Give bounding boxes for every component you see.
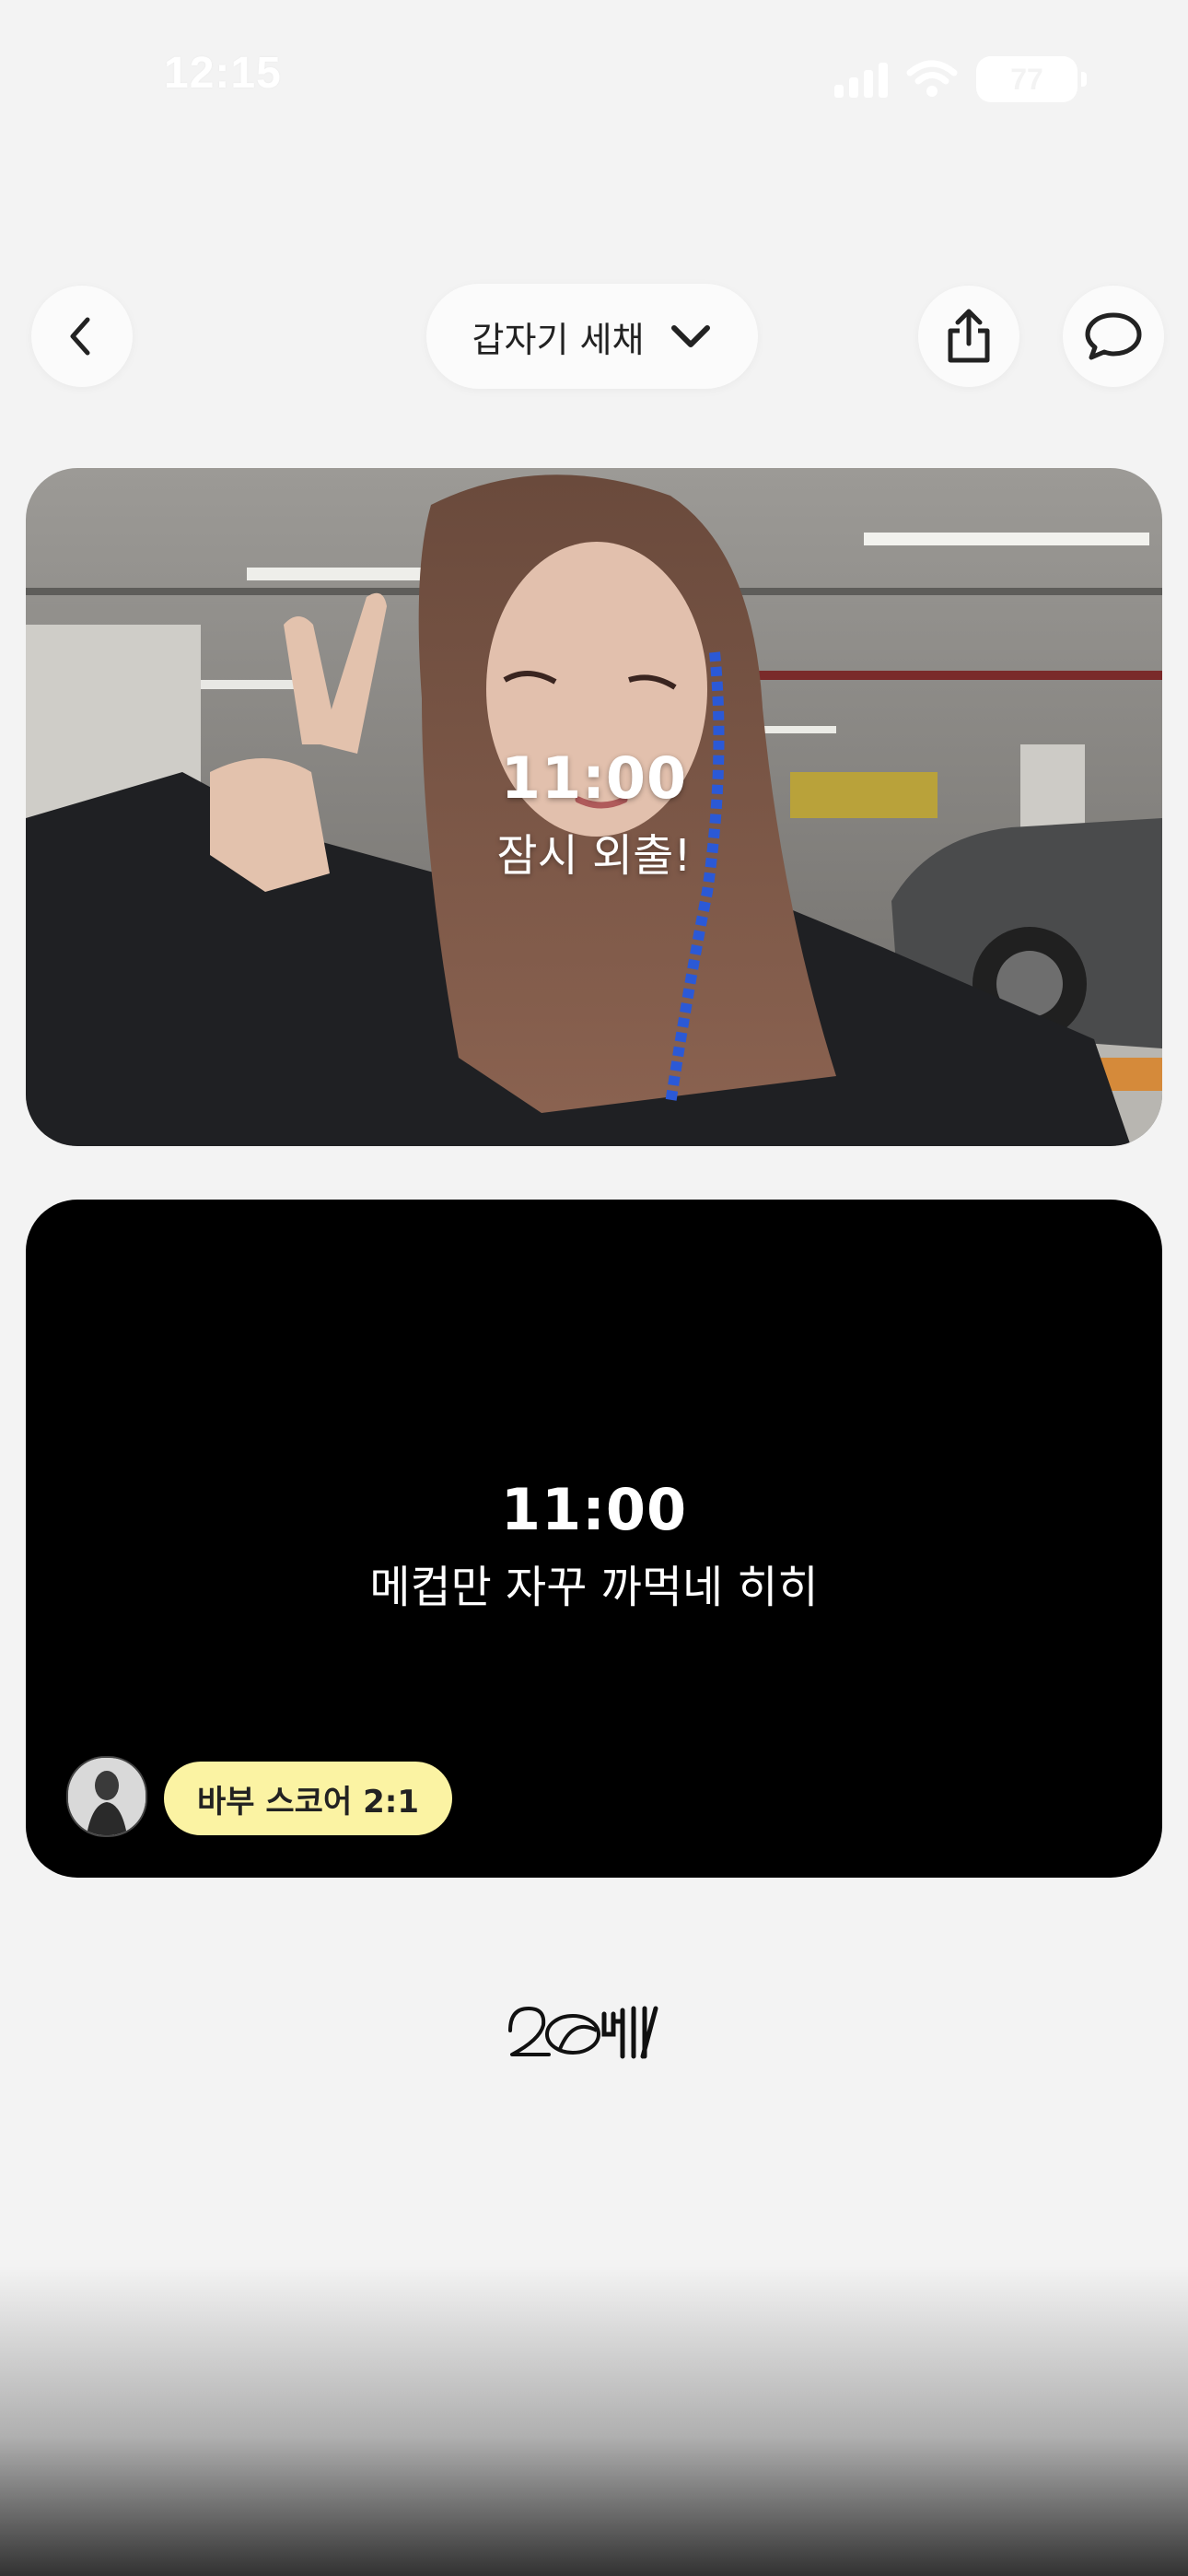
back-button[interactable] xyxy=(31,286,133,387)
post-card-text[interactable]: 11:00 메컵만 자꾸 까먹네 히히 바부 스코어 2:1 xyxy=(26,1200,1162,1878)
share-button[interactable] xyxy=(918,286,1019,387)
wifi-icon xyxy=(906,60,958,97)
avatar-image xyxy=(68,1758,146,1835)
share-icon xyxy=(948,309,990,363)
score-badge[interactable]: 바부 스코어 2:1 xyxy=(164,1762,452,1835)
status-bar: 12:15 77 xyxy=(0,0,1188,157)
post-time: 11:00 xyxy=(500,1476,688,1543)
post-caption: 잠시 외출! xyxy=(496,830,692,882)
post-time: 11:00 xyxy=(500,744,688,812)
comment-button[interactable] xyxy=(1063,286,1164,387)
avatar[interactable] xyxy=(66,1756,147,1837)
post-overlay: 11:00 잠시 외출! xyxy=(26,744,1162,884)
bottom-gradient xyxy=(0,2266,1188,2576)
battery-icon: 77 xyxy=(976,56,1087,102)
chevron-left-icon xyxy=(70,317,90,356)
post-caption: 메컵만 자꾸 까먹네 히히 xyxy=(369,1562,819,1613)
chevron-down-icon xyxy=(671,325,711,347)
post-card-photo[interactable]: 11:00 잠시 외출! xyxy=(26,468,1162,1146)
channel-title-dropdown[interactable]: 갑자기 세채 xyxy=(426,284,758,389)
status-icons: 77 xyxy=(834,56,1087,102)
post-overlay: 11:00 메컵만 자꾸 까먹네 히히 xyxy=(26,1476,1162,1615)
20th-anniversary-logo xyxy=(508,2006,658,2059)
cellular-signal-icon xyxy=(834,61,888,98)
channel-title: 갑자기 세채 xyxy=(472,319,645,360)
speech-bubble-icon xyxy=(1085,312,1142,360)
status-time: 12:15 xyxy=(164,49,282,98)
